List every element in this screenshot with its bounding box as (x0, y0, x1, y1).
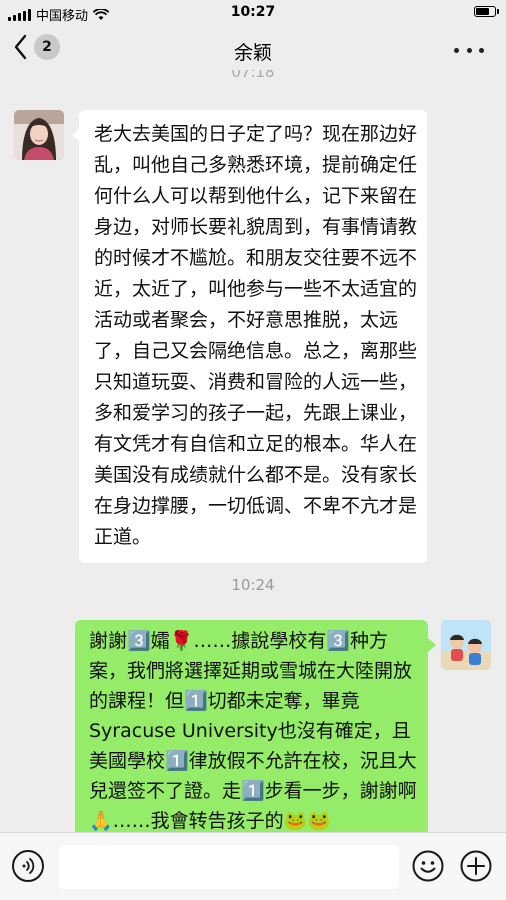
voice-icon[interactable] (12, 850, 44, 882)
plus-icon[interactable] (460, 850, 492, 882)
battery-icon (474, 6, 499, 17)
status-time: 10:27 (230, 4, 276, 20)
outgoing-message[interactable]: 謝謝3️⃣孀🌹……據說學校有3️⃣种方案，我們將選擇延期或雪城在大陸開放的課程！… (75, 620, 428, 860)
emoji-face-glyph (412, 850, 444, 882)
incoming-message[interactable]: 老大去美国的日子定了吗？现在那边好乱，叫他自己多熟悉环境，提前确定任何什么人可以… (72, 110, 427, 563)
plus-glyph (460, 850, 492, 882)
message-input[interactable] (59, 845, 399, 889)
status-bar: 中国移动 10:27 (0, 0, 506, 26)
input-bar (0, 832, 506, 900)
contact-avatar[interactable] (14, 110, 64, 160)
chat-title: 余颖 (233, 42, 272, 64)
my-avatar[interactable] (441, 620, 491, 670)
message-timestamp: 10:24 (231, 576, 275, 594)
contact-avatar-image (14, 110, 64, 160)
more-dots-icon[interactable] (454, 40, 484, 60)
outgoing-bubble-tail (428, 638, 436, 652)
nav-bar: 2 余颖 (0, 26, 506, 74)
voice-wave-glyph (22, 858, 35, 874)
my-avatar-image (441, 620, 491, 670)
partial-timestamp: 07:18 (231, 70, 275, 80)
emoji-icon[interactable] (412, 850, 444, 882)
